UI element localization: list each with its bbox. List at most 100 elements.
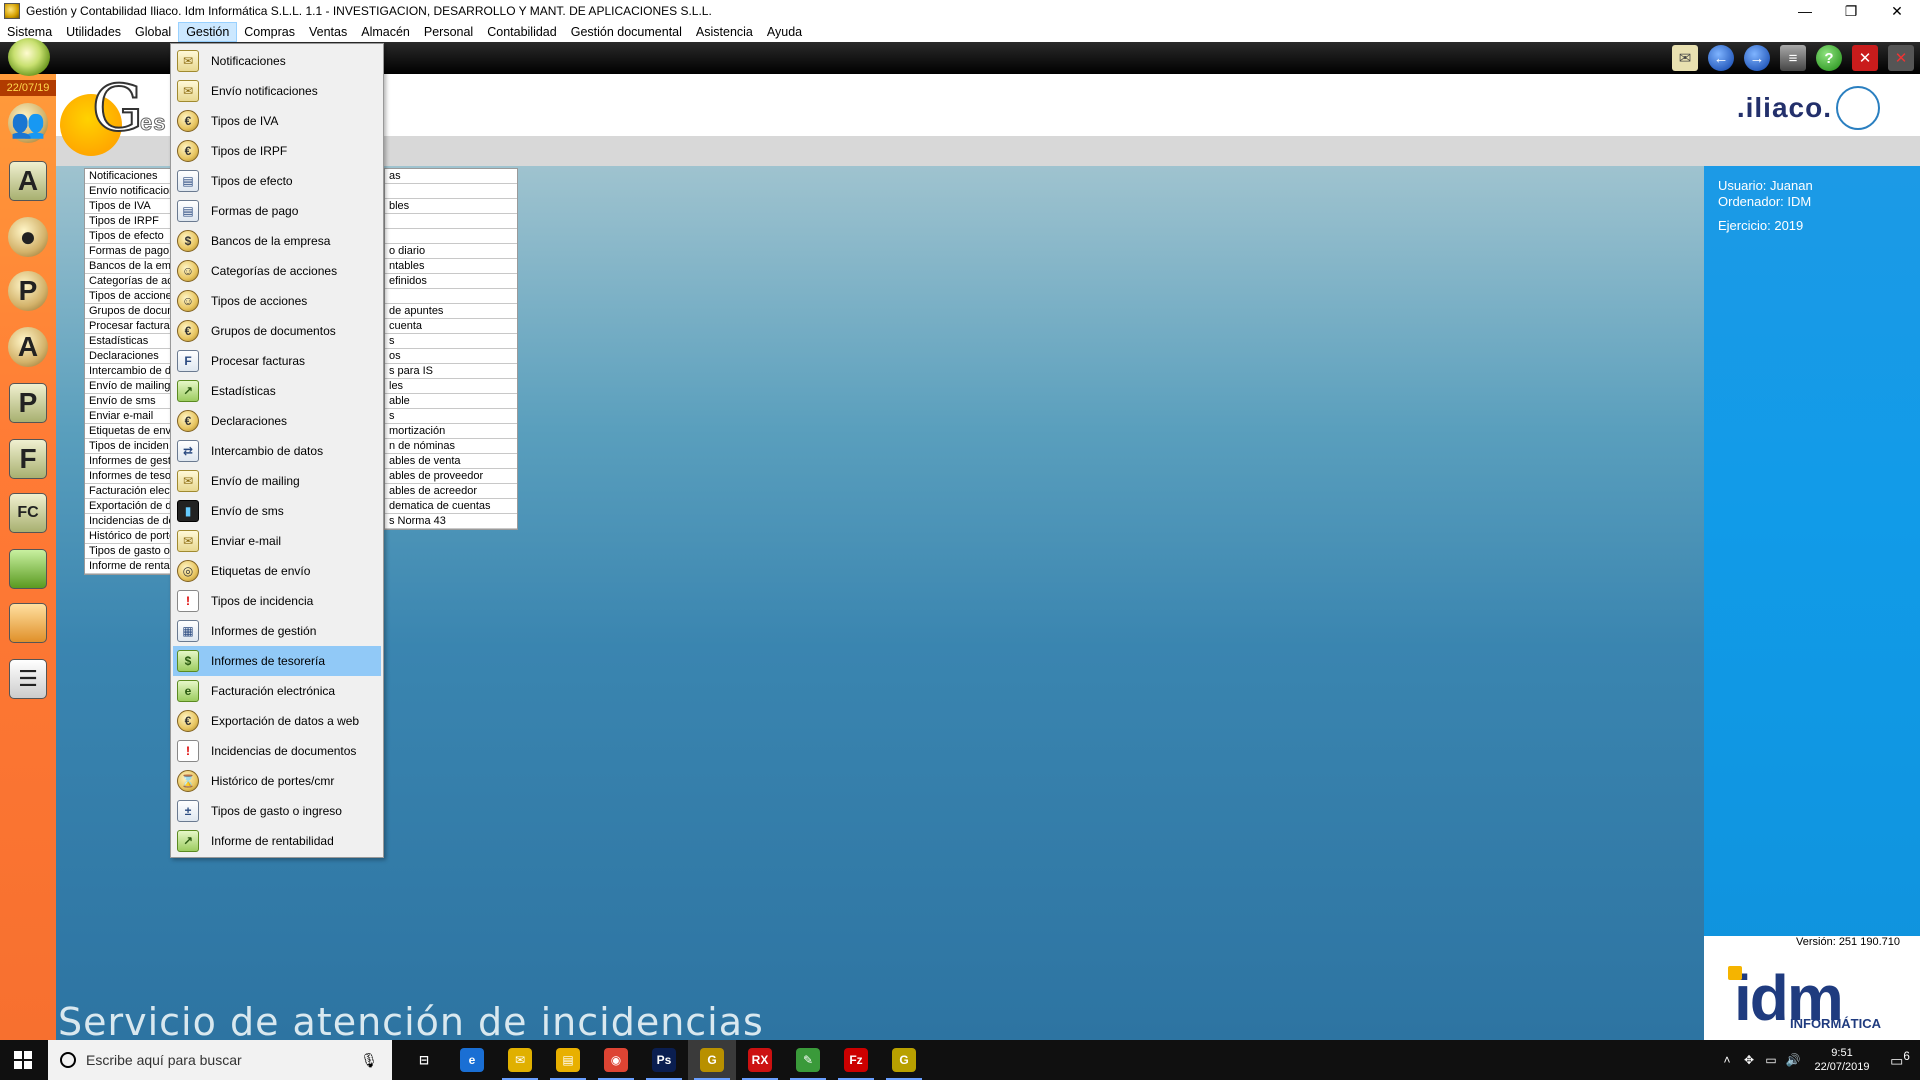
list-item bbox=[385, 184, 517, 199]
menu-item-label: Tipos de IRPF bbox=[211, 144, 288, 158]
list-item: Informes de gesti bbox=[85, 454, 173, 469]
menu-item[interactable]: € Exportación de datos a web bbox=[173, 706, 381, 736]
menu-item[interactable]: € Declaraciones bbox=[173, 406, 381, 436]
menu-contabilidad[interactable]: Contabilidad bbox=[480, 22, 564, 42]
person-p-icon[interactable]: P bbox=[4, 268, 52, 314]
window-controls: — ❐ ✕ bbox=[1782, 0, 1920, 22]
ledger-icon[interactable]: ☰ bbox=[4, 656, 52, 702]
cube-a-icon[interactable]: A bbox=[4, 158, 52, 204]
list-item: Incidencias de do bbox=[85, 514, 173, 529]
close-button[interactable]: ✕ bbox=[1874, 0, 1920, 22]
menu-item[interactable]: ! Tipos de incidencia bbox=[173, 586, 381, 616]
menu-gestion-documental[interactable]: Gestión documental bbox=[564, 22, 689, 42]
menu-almacen[interactable]: Almacén bbox=[354, 22, 417, 42]
menu-global[interactable]: Global bbox=[128, 22, 178, 42]
menu-item[interactable]: € Grupos de documentos bbox=[173, 316, 381, 346]
orange-box-icon[interactable] bbox=[4, 600, 52, 646]
menu-item-label: Informes de tesorería bbox=[211, 654, 326, 668]
taskbar-apps: ⊟ e ✉ ▤ ◉ Ps G RX ✎ Fz G bbox=[400, 1040, 928, 1080]
iliaco-icon-glyph: G bbox=[700, 1048, 724, 1072]
network-icon[interactable]: ▭ bbox=[1760, 1053, 1782, 1067]
menu-item[interactable]: ✉ Notificaciones bbox=[173, 46, 381, 76]
menu-item[interactable]: $ Informes de tesorería bbox=[173, 646, 381, 676]
home-orb-icon[interactable] bbox=[8, 38, 50, 76]
menu-ayuda[interactable]: Ayuda bbox=[760, 22, 809, 42]
menu-item[interactable]: ☺ Tipos de acciones bbox=[173, 286, 381, 316]
gestion-icon-glyph: G bbox=[892, 1048, 916, 1072]
menu-item[interactable]: ▦ Informes de gestión bbox=[173, 616, 381, 646]
service-banner[interactable]: Servicio de atención de incidencias bbox=[58, 1000, 764, 1044]
menu-item[interactable]: ↗ Informe de rentabilidad bbox=[173, 826, 381, 856]
microphone-icon[interactable]: 🎙 bbox=[360, 1052, 378, 1069]
menu-utilidades[interactable]: Utilidades bbox=[59, 22, 128, 42]
menu-item[interactable]: ☺ Categorías de acciones bbox=[173, 256, 381, 286]
filezilla-icon[interactable]: Fz bbox=[832, 1040, 880, 1080]
minimize-button[interactable]: — bbox=[1782, 0, 1828, 22]
close-window-icon[interactable]: ✕ bbox=[1852, 45, 1878, 71]
menu-ventas[interactable]: Ventas bbox=[302, 22, 354, 42]
chrome-icon[interactable]: ◉ bbox=[592, 1040, 640, 1080]
menu-item[interactable]: ▤ Tipos de efecto bbox=[173, 166, 381, 196]
maximize-button[interactable]: ❐ bbox=[1828, 0, 1874, 22]
menu-item[interactable]: ✉ Envío de mailing bbox=[173, 466, 381, 496]
menu-item[interactable]: ▮ Envío de sms bbox=[173, 496, 381, 526]
dropbox-icon[interactable]: ✥ bbox=[1738, 1053, 1760, 1067]
menu-item[interactable]: ± Tipos de gasto o ingreso bbox=[173, 796, 381, 826]
list-item: ntables bbox=[385, 259, 517, 274]
menu-item[interactable]: ⇄ Intercambio de datos bbox=[173, 436, 381, 466]
notifications-icon[interactable]: ▭6 bbox=[1880, 1050, 1920, 1070]
menu-item[interactable]: ↗ Estadísticas bbox=[173, 376, 381, 406]
menu-item[interactable]: € Tipos de IVA bbox=[173, 106, 381, 136]
photoshop-icon[interactable]: Ps bbox=[640, 1040, 688, 1080]
list-item: Enviar e-mail bbox=[85, 409, 173, 424]
menu-item[interactable]: ◎ Etiquetas de envío bbox=[173, 556, 381, 586]
volume-icon[interactable]: 🔊 bbox=[1782, 1053, 1804, 1067]
person-icon[interactable]: ● bbox=[4, 214, 52, 260]
coin-icon: € bbox=[177, 140, 199, 162]
start-button[interactable] bbox=[0, 1040, 46, 1080]
menu-item[interactable]: $ Bancos de la empresa bbox=[173, 226, 381, 256]
menu-item[interactable]: ! Incidencias de documentos bbox=[173, 736, 381, 766]
list-icon[interactable]: ≡ bbox=[1780, 45, 1806, 71]
users-group-icon[interactable]: 👥 bbox=[4, 100, 52, 146]
menu-asistencia[interactable]: Asistencia bbox=[689, 22, 760, 42]
envelope-icon: ✉ bbox=[177, 530, 199, 552]
taskbar-search[interactable]: Escribe aquí para buscar 🎙 bbox=[48, 1040, 392, 1080]
version-label: Versión: 251 190.710 bbox=[1796, 936, 1900, 948]
green-box-icon[interactable] bbox=[4, 546, 52, 592]
menu-gestion[interactable]: Gestión bbox=[178, 22, 238, 42]
rx-icon[interactable]: RX bbox=[736, 1040, 784, 1080]
document-icon: ▤ bbox=[177, 170, 199, 192]
mail-app-icon[interactable]: ✉ bbox=[496, 1040, 544, 1080]
list-item: Declaraciones bbox=[85, 349, 173, 364]
help-icon[interactable]: ? bbox=[1816, 45, 1842, 71]
f-document-icon[interactable]: F bbox=[4, 436, 52, 482]
edge-icon[interactable]: e bbox=[448, 1040, 496, 1080]
menu-item-label: Tipos de efecto bbox=[211, 174, 293, 188]
file-explorer-icon[interactable]: ▤ bbox=[544, 1040, 592, 1080]
menu-item[interactable]: € Tipos de IRPF bbox=[173, 136, 381, 166]
gestion-icon[interactable]: G bbox=[880, 1040, 928, 1080]
envelope-icon: ✉ bbox=[177, 50, 199, 72]
clock[interactable]: 9:51 22/07/2019 bbox=[1804, 1046, 1880, 1074]
exit-icon[interactable]: ✕ bbox=[1888, 45, 1914, 71]
notepad-icon[interactable]: ✎ bbox=[784, 1040, 832, 1080]
menu-item[interactable]: e Facturación electrónica bbox=[173, 676, 381, 706]
back-arrow-icon[interactable]: ← bbox=[1708, 45, 1734, 71]
mail-icon[interactable]: ✉ bbox=[1672, 45, 1698, 71]
menu-item[interactable]: ⌛ Histórico de portes/cmr bbox=[173, 766, 381, 796]
forward-arrow-icon[interactable]: → bbox=[1744, 45, 1770, 71]
task-view-icon[interactable]: ⊟ bbox=[400, 1040, 448, 1080]
menu-item[interactable]: ▤ Formas de pago bbox=[173, 196, 381, 226]
expense-icon: ± bbox=[177, 800, 199, 822]
p-document-icon[interactable]: P bbox=[4, 380, 52, 426]
fc-document-icon[interactable]: FC bbox=[4, 490, 52, 536]
tray-expand-icon[interactable]: ˄ bbox=[1716, 1053, 1738, 1067]
iliaco-icon[interactable]: G bbox=[688, 1040, 736, 1080]
menu-item[interactable]: ✉ Enviar e-mail bbox=[173, 526, 381, 556]
person-a-icon[interactable]: A bbox=[4, 324, 52, 370]
menu-compras[interactable]: Compras bbox=[237, 22, 302, 42]
menu-item[interactable]: F Procesar facturas bbox=[173, 346, 381, 376]
menu-item[interactable]: ✉ Envío notificaciones bbox=[173, 76, 381, 106]
menu-personal[interactable]: Personal bbox=[417, 22, 480, 42]
